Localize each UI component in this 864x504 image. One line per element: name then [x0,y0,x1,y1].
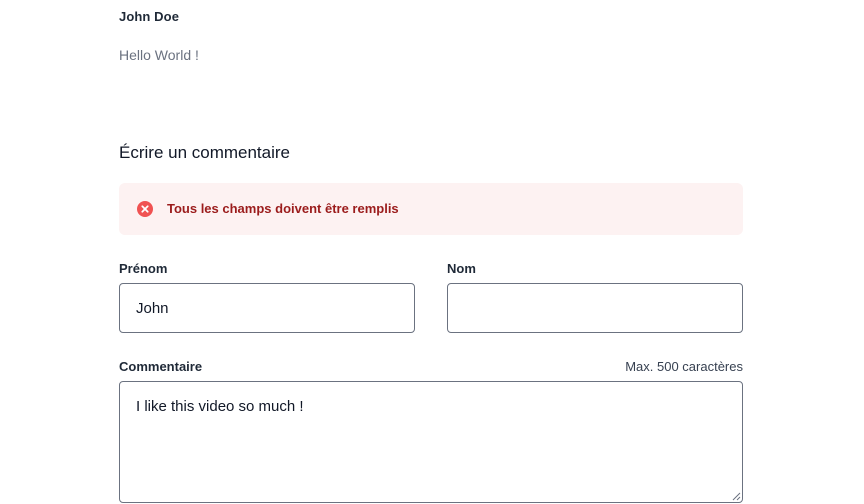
error-message: Tous les champs doivent être remplis [167,201,399,216]
comment-text: Hello World ! [119,47,199,63]
firstname-input[interactable] [119,283,415,333]
x-circle-icon [137,201,153,217]
comment-label: Commentaire [119,359,203,374]
error-alert: Tous les champs doivent être remplis [119,183,743,235]
lastname-input[interactable] [447,283,743,333]
lastname-label: Nom [447,261,476,276]
firstname-label: Prénom [119,261,168,276]
comment-max-length-hint: Max. 500 caractères [625,359,743,374]
comment-author: John Doe [119,9,180,24]
page: John Doe Hello World ! Écrire un comment… [0,0,864,504]
resize-handle-icon[interactable] [730,490,741,501]
form-title: Écrire un commentaire [119,143,291,162]
comment-textarea[interactable]: I like this video so much ! [119,381,743,503]
